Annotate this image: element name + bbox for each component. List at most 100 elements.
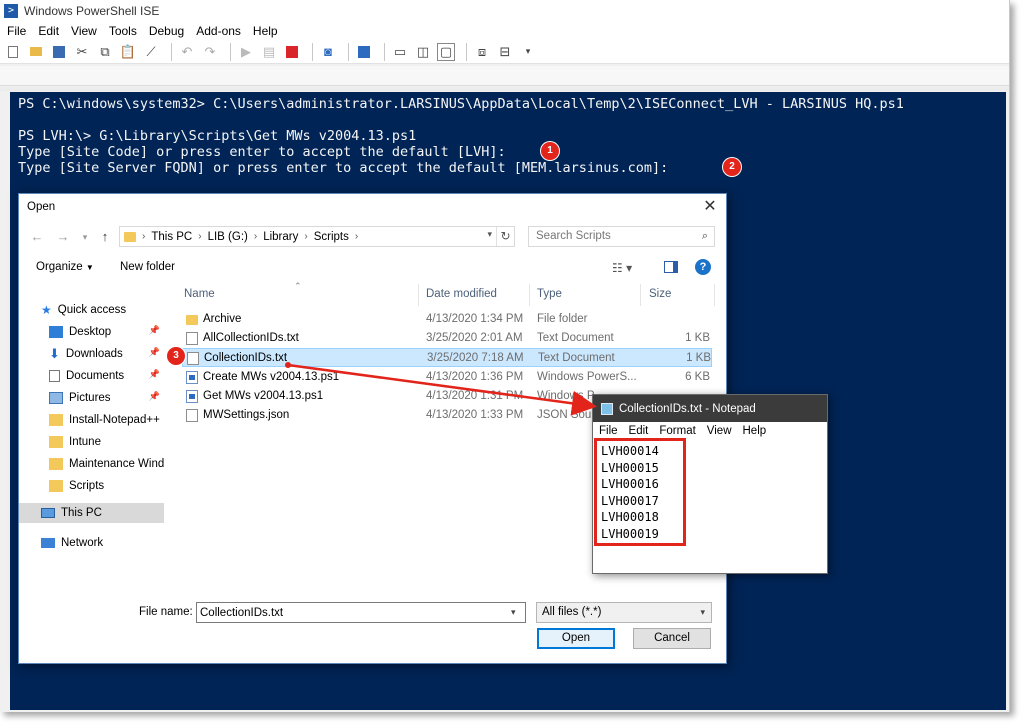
organize-button[interactable]: Organize ▼ xyxy=(36,261,94,273)
up-icon[interactable]: ↑ xyxy=(97,228,113,246)
column-divider[interactable] xyxy=(640,284,641,306)
chevron-down-icon[interactable]: ▾ xyxy=(511,607,516,618)
run-script-icon[interactable]: ▶ xyxy=(237,43,255,61)
clear-console-icon[interactable]: ⟋ xyxy=(142,43,160,61)
column-name[interactable]: Name xyxy=(184,288,215,300)
menu-debug[interactable]: Debug xyxy=(144,24,191,38)
redo-icon[interactable]: ↷ xyxy=(201,43,219,61)
column-divider[interactable] xyxy=(529,284,530,306)
nav-quick-access[interactable]: ★ Quick access xyxy=(41,300,186,320)
menu-help[interactable]: Help xyxy=(248,24,285,38)
chevron-right-icon: › xyxy=(354,231,359,242)
filetype-select[interactable]: All files (*.*) ▾ xyxy=(536,602,712,623)
notepad-menu-help[interactable]: Help xyxy=(743,425,767,437)
menu-view[interactable]: View xyxy=(66,24,104,38)
undo-icon[interactable]: ↶ xyxy=(178,43,196,61)
toolbar-separator xyxy=(312,42,313,61)
folder-icon xyxy=(49,480,63,492)
nav-documents[interactable]: Documents 📌 xyxy=(49,366,164,386)
preview-pane-icon[interactable] xyxy=(664,261,678,273)
nav-this-pc[interactable]: This PC xyxy=(19,503,164,523)
toolbar-separator xyxy=(348,42,349,61)
new-folder-button[interactable]: New folder xyxy=(120,261,175,273)
open-folder-icon[interactable] xyxy=(27,43,45,61)
help-icon[interactable]: ? xyxy=(695,259,711,275)
save-icon[interactable] xyxy=(50,43,68,61)
nav-install-notepad[interactable]: Install-Notepad++ xyxy=(49,410,164,430)
recent-locations-icon[interactable]: ▾ xyxy=(77,228,93,246)
star-icon: ★ xyxy=(41,303,52,317)
json-file-icon xyxy=(186,409,198,422)
chevron-down-icon[interactable]: ▾ xyxy=(487,229,492,240)
refresh-icon[interactable]: ↻ xyxy=(496,227,514,246)
filename-input[interactable] xyxy=(196,602,526,623)
file-list-header: Name ⌃ Date modified Type Size xyxy=(182,281,727,306)
file-row-create-mws[interactable]: Create MWs v2004.13.ps1 4/13/2020 1:36 P… xyxy=(182,368,712,387)
breadcrumb-scripts[interactable]: Scripts xyxy=(314,231,349,243)
menu-tools[interactable]: Tools xyxy=(104,24,144,38)
cut-icon[interactable]: ✂ xyxy=(73,43,91,61)
search-input[interactable]: Search Scripts ⌕ xyxy=(528,226,715,247)
chevron-right-icon: › xyxy=(253,231,258,242)
toolbar-separator xyxy=(384,42,385,61)
notepad-menu-edit[interactable]: Edit xyxy=(629,425,649,437)
console-line: PS LVH:\> G:\Library\Scripts\Get MWs v20… xyxy=(18,128,417,144)
toolbar-overflow-icon[interactable]: ▾ xyxy=(519,43,537,61)
nav-network[interactable]: Network xyxy=(41,533,186,553)
column-type[interactable]: Type xyxy=(537,288,562,300)
toolbar-separator xyxy=(466,42,467,61)
column-date-modified[interactable]: Date modified xyxy=(426,288,497,300)
forward-icon[interactable]: → xyxy=(55,228,71,246)
menu-edit[interactable]: Edit xyxy=(33,24,66,38)
breadcrumb-this-pc[interactable]: This PC xyxy=(151,231,192,243)
stop-icon[interactable] xyxy=(283,43,301,61)
show-command-window-icon[interactable]: ⧈ xyxy=(473,43,491,61)
close-icon[interactable]: ✕ xyxy=(700,197,720,217)
ise-splitter[interactable] xyxy=(0,87,1009,91)
open-button[interactable]: Open xyxy=(537,628,615,649)
nav-intune[interactable]: Intune xyxy=(49,432,164,452)
back-icon[interactable]: ← xyxy=(29,228,45,246)
file-row-archive[interactable]: Archive 4/13/2020 1:34 PM File folder xyxy=(182,310,712,329)
step-badge-2: 2 xyxy=(723,158,741,176)
breadcrumb-library[interactable]: Library xyxy=(263,231,298,243)
notepad-menu-format[interactable]: Format xyxy=(659,425,695,437)
menu-file[interactable]: File xyxy=(2,24,33,38)
text-file-icon xyxy=(186,332,198,345)
nav-maintenance-windows[interactable]: Maintenance Windo xyxy=(49,454,164,474)
copy-icon[interactable]: ⧉ xyxy=(96,43,114,61)
highlight-box xyxy=(594,438,686,546)
column-divider[interactable] xyxy=(418,284,419,306)
new-file-icon[interactable] xyxy=(4,43,22,61)
breadcrumb-drive[interactable]: LIB (G:) xyxy=(208,231,248,243)
file-row-collectionids[interactable]: CollectionIDs.txt 3/25/2020 7:18 AM Text… xyxy=(182,348,712,367)
file-row-allcollectionids[interactable]: AllCollectionIDs.txt 3/25/2020 2:01 AM T… xyxy=(182,329,712,348)
console-line: PS C:\windows\system32> C:\Users\adminis… xyxy=(18,96,904,112)
paste-icon[interactable]: 📋 xyxy=(119,43,137,61)
show-script-pane-right-icon[interactable]: ◫ xyxy=(414,43,432,61)
ise-toolbar: ✂ ⧉ 📋 ⟋ ↶ ↷ ▶ ▤ ◙ ▭ ◫ ▢ ⧈ ⊟ ▾ xyxy=(0,40,1009,64)
column-divider[interactable] xyxy=(714,284,715,306)
cancel-button[interactable]: Cancel xyxy=(633,628,711,649)
run-selection-icon[interactable]: ▤ xyxy=(260,43,278,61)
nav-scripts[interactable]: Scripts xyxy=(49,476,164,496)
chevron-right-icon: › xyxy=(142,231,146,242)
column-size[interactable]: Size xyxy=(649,288,671,300)
nav-downloads[interactable]: ⬇ Downloads 📌 xyxy=(49,344,164,364)
nav-desktop[interactable]: Desktop 📌 xyxy=(49,322,164,342)
notepad-menu-view[interactable]: View xyxy=(707,425,732,437)
nav-pictures[interactable]: Pictures 📌 xyxy=(49,388,164,408)
remote-powershell-icon[interactable]: ◙ xyxy=(319,43,337,61)
show-script-pane-max-icon[interactable]: ▢ xyxy=(437,42,455,61)
folder-icon xyxy=(49,458,63,470)
start-powershell-icon[interactable] xyxy=(355,43,373,61)
notepad-menu-file[interactable]: File xyxy=(599,425,618,437)
menu-add-ons[interactable]: Add-ons xyxy=(191,24,248,38)
address-bar[interactable]: › This PC › LIB (G:) › Library › Scripts… xyxy=(119,226,515,247)
notepad-icon xyxy=(601,402,613,415)
change-view-icon[interactable]: ☷ ▾ xyxy=(612,261,632,275)
show-script-pane-top-icon[interactable]: ▭ xyxy=(391,43,409,61)
show-command-addon-icon[interactable]: ⊟ xyxy=(496,43,514,61)
chevron-right-icon: › xyxy=(198,231,202,242)
folder-icon xyxy=(124,231,136,242)
